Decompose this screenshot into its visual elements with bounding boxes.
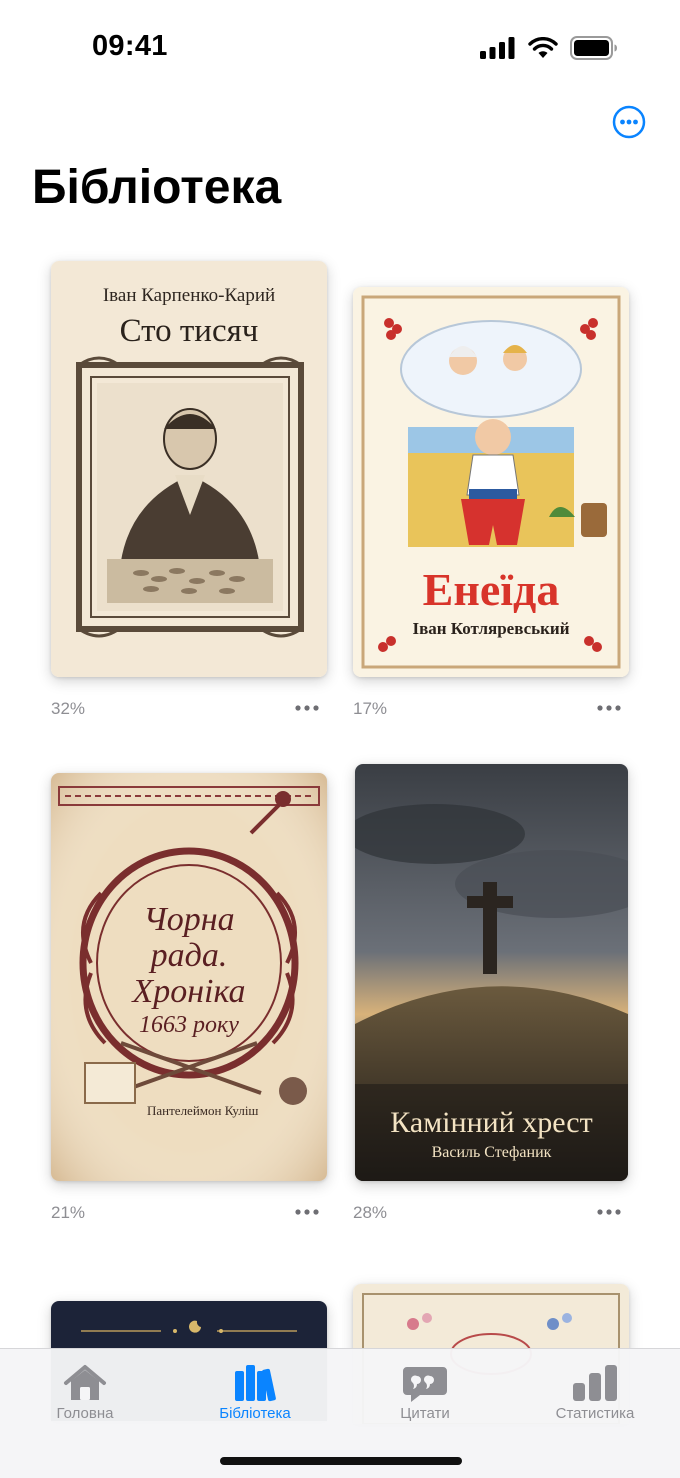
tab-label: Статистика [555, 1405, 635, 1422]
book-progress: 17% [353, 699, 388, 718]
book-title: Чорна рада. Хроніка 1663 року [51, 901, 327, 1038]
book-title-line: Чорна [143, 901, 235, 938]
tab-label: Головна [56, 1405, 114, 1422]
book-progress: 32% [51, 699, 86, 718]
tab-statistics[interactable]: Статистика [510, 1349, 680, 1439]
quote-bubble-icon [403, 1367, 447, 1402]
books-icon [235, 1365, 276, 1402]
book-progress: 28% [353, 1203, 388, 1222]
book-cover[interactable]: Енеїда Іван Котляревський [353, 287, 629, 677]
book-title-line: 1663 року [139, 1012, 239, 1038]
book-cover[interactable]: Чорна рада. Хроніка 1663 року Пантелеймо… [51, 773, 327, 1181]
tab-label: Цитати [400, 1405, 450, 1422]
book-title: Енеїда [422, 564, 560, 615]
tab-quotes[interactable]: Цитати [340, 1349, 510, 1439]
book-cover[interactable]: Іван Карпенко-Карий Сто тисяч [51, 261, 327, 677]
home-indicator [220, 1457, 462, 1465]
book-more-button[interactable] [596, 703, 622, 713]
book-title: Камінний хрест [390, 1106, 593, 1139]
bar-chart-icon [573, 1365, 617, 1401]
book-more-button[interactable] [294, 1207, 320, 1217]
book-author: Василь Стефаник [431, 1144, 552, 1161]
book-more-button[interactable] [596, 1207, 622, 1217]
book-author: Іван Котляревський [412, 619, 570, 638]
book-grid: Іван Карпенко-Карий Сто тисяч 32% Енеїда… [0, 0, 680, 1477]
book-title-line: Хроніка [132, 973, 246, 1010]
book-title: Сто тисяч [119, 313, 259, 349]
tab-library[interactable]: Бібліотека [170, 1349, 340, 1439]
book-progress: 21% [51, 1203, 86, 1222]
book-author: Іван Карпенко-Карий [102, 285, 276, 306]
book-more-button[interactable] [294, 703, 320, 713]
book-cover[interactable]: Камінний хрест Василь Стефаник [355, 764, 628, 1181]
book-author: Пантелеймон Куліш [147, 1103, 259, 1118]
tab-home[interactable]: Головна [0, 1349, 170, 1439]
tab-label: Бібліотека [219, 1405, 291, 1422]
book-title-line: рада. [150, 937, 228, 974]
house-icon [64, 1365, 106, 1400]
